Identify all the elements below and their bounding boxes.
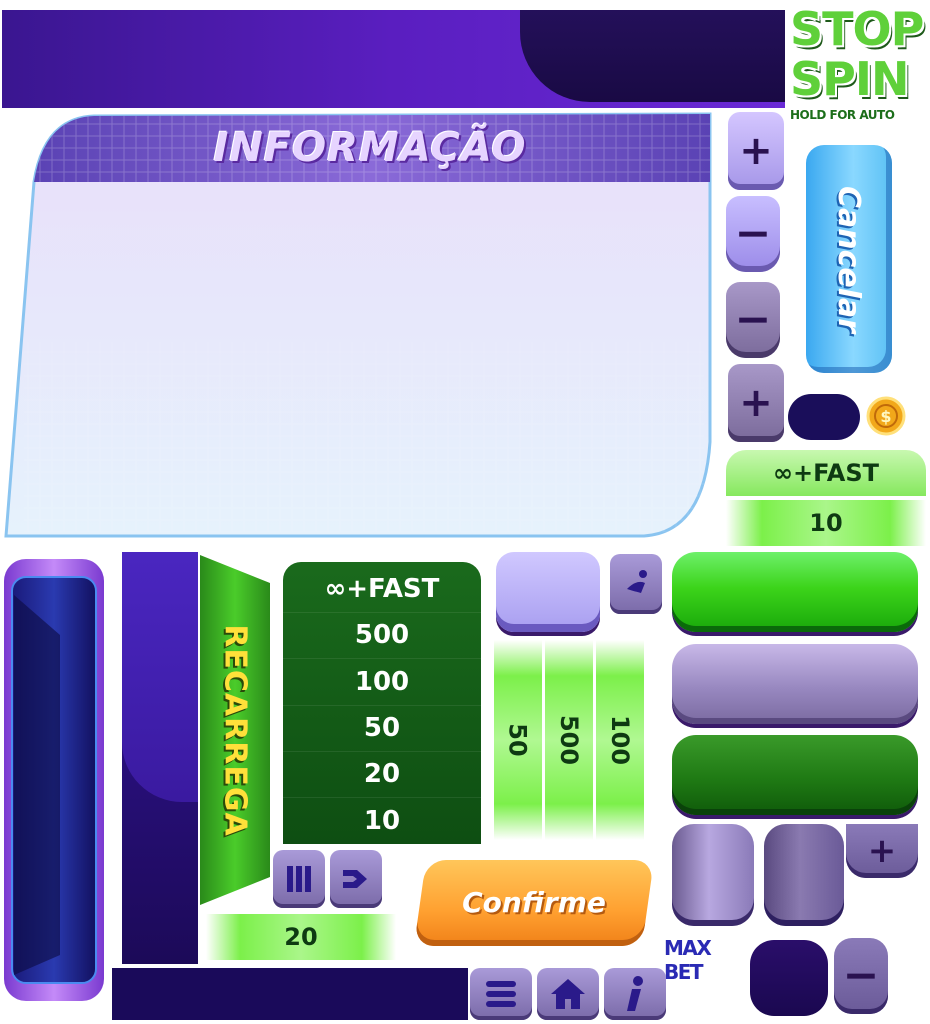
spin-button-gray[interactable] xyxy=(672,644,918,724)
minus-icon: − xyxy=(842,950,880,1001)
minus-button-3[interactable]: − xyxy=(834,938,888,1014)
autospin-list-items: ∞+FAST 500 100 50 20 10 xyxy=(283,566,481,846)
recharge-label: RECARREGA xyxy=(217,623,253,837)
autospin-option[interactable]: 20 xyxy=(283,751,481,798)
spin-button-green[interactable] xyxy=(672,552,918,632)
max-bet-label: MAX BET xyxy=(664,936,712,984)
bottom-dark-bar xyxy=(112,968,468,1020)
lavender-button[interactable] xyxy=(496,552,600,632)
info-icon xyxy=(627,570,647,593)
vertical-strip-1-label: 50 xyxy=(504,723,532,757)
turbo-arrow-icon xyxy=(343,870,367,888)
left-reel-frame xyxy=(4,559,104,1001)
coin-icon: $ xyxy=(866,396,906,436)
vertical-strip-2[interactable]: 500 xyxy=(545,640,593,840)
minus-button-1[interactable]: − xyxy=(726,196,780,272)
dark-column-panel xyxy=(122,552,198,964)
stop-text: STOP xyxy=(790,2,924,56)
vertical-strip-3[interactable]: 100 xyxy=(596,640,644,840)
vertical-strip-2-label: 500 xyxy=(555,714,584,766)
value-strip: 10 xyxy=(726,500,926,546)
autospin-option[interactable]: 100 xyxy=(283,659,481,706)
autospin-option[interactable]: 10 xyxy=(283,798,481,844)
cancel-button-label: Cancelar xyxy=(831,185,867,333)
info-button[interactable] xyxy=(604,968,666,1020)
minus-button-2[interactable]: − xyxy=(726,282,780,358)
dark-column-curve xyxy=(122,552,198,802)
recharge-label-wrap: RECARREGA xyxy=(200,555,270,905)
autospin-option[interactable]: ∞+FAST xyxy=(283,566,481,613)
value-strip-text: 10 xyxy=(809,509,843,537)
plus-icon: + xyxy=(739,380,773,426)
hold-for-auto-text: HOLD FOR AUTO xyxy=(790,108,895,122)
info-i-icon xyxy=(627,976,643,1011)
vertical-strip-3-label: 100 xyxy=(606,714,635,766)
home-icon xyxy=(551,979,585,1009)
plus-button-1[interactable]: + xyxy=(728,112,784,190)
autospin-option[interactable]: 50 xyxy=(283,705,481,752)
cancel-button-label-wrap: Cancelar xyxy=(806,145,892,373)
fast-strip[interactable]: ∞+FAST xyxy=(726,450,926,496)
pause-icon xyxy=(287,866,311,892)
dark-oval-indicator xyxy=(788,394,860,440)
gray-square-button-2[interactable] xyxy=(764,824,844,926)
home-button[interactable] xyxy=(537,968,599,1020)
svg-text:$: $ xyxy=(880,407,891,426)
menu-icon xyxy=(486,981,516,1007)
pause-button[interactable] xyxy=(273,850,325,908)
vertical-strip-1[interactable]: 50 xyxy=(494,640,542,840)
spin-text: SPIN xyxy=(790,52,909,106)
max-bet-button[interactable] xyxy=(750,940,828,1016)
minus-icon: − xyxy=(734,208,772,259)
info-panel-title: INFORMAÇÃO xyxy=(213,125,527,171)
bottom-value-strip: 20 xyxy=(206,914,396,960)
autospin-option[interactable]: 500 xyxy=(283,612,481,659)
gray-square-button-1[interactable] xyxy=(672,824,754,926)
plus-button-3[interactable]: + xyxy=(846,824,918,878)
stop-spin-button[interactable]: STOP SPIN HOLD FOR AUTO xyxy=(786,2,926,126)
confirm-button-label: Confirme xyxy=(462,886,606,919)
minus-icon: − xyxy=(734,294,772,345)
top-banner-dark-panel xyxy=(520,10,785,102)
spin-button-dark-green[interactable] xyxy=(672,735,918,815)
menu-button[interactable] xyxy=(470,968,532,1020)
turbo-button[interactable] xyxy=(330,850,382,908)
bottom-value-text: 20 xyxy=(284,923,318,951)
plus-icon: + xyxy=(867,831,897,871)
fast-strip-label: ∞+FAST xyxy=(773,459,879,487)
info-small-button[interactable] xyxy=(610,554,662,614)
plus-button-2[interactable]: + xyxy=(728,364,784,442)
plus-icon: + xyxy=(739,128,773,174)
